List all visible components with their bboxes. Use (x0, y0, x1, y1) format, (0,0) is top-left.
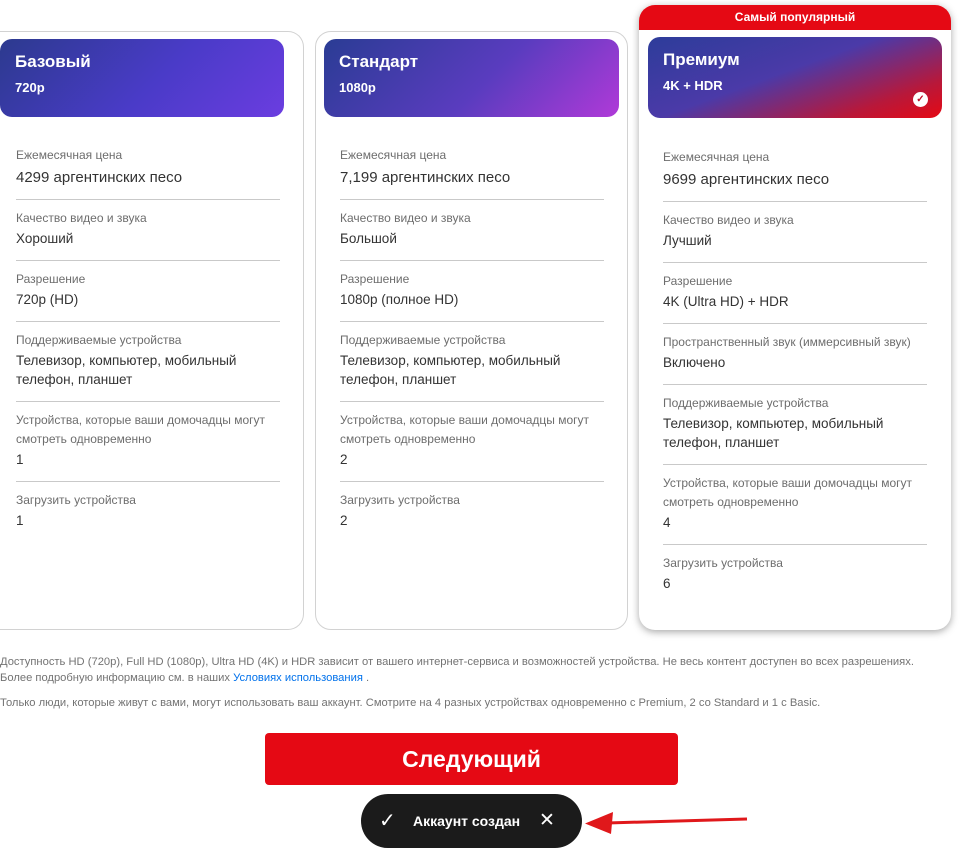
attr-label: Качество видео и звука (16, 211, 147, 225)
plan-header-premium[interactable]: Премиум 4K + HDR ✓ (648, 37, 942, 118)
attr-value: 2 (340, 452, 348, 467)
attr-label: Ежемесячная цена (663, 150, 770, 164)
attr-monthly-price: Ежемесячная цена 7,199 аргентинских песо (340, 146, 604, 200)
attr-devices: Поддерживаемые устройства Телевизор, ком… (340, 322, 604, 402)
attr-value: 2 (340, 513, 348, 528)
plan-resolution-badge: 720p (15, 80, 45, 95)
attr-label: Поддерживаемые устройства (663, 396, 829, 410)
attr-download-devices: Загрузить устройства 1 (16, 482, 280, 542)
attr-spatial-audio: Пространственный звук (иммерсивный звук)… (663, 324, 927, 385)
attr-value: Телевизор, компьютер, мобильный телефон,… (663, 416, 884, 450)
availability-disclaimer: Доступность HD (720p), Full HD (1080p), … (0, 654, 930, 686)
attr-devices: Поддерживаемые устройства Телевизор, ком… (663, 385, 927, 465)
household-disclaimer: Только люди, которые живут с вами, могут… (0, 697, 821, 709)
plan-name: Премиум (663, 50, 740, 69)
attr-simultaneous-streams: Устройства, которые ваши домочадцы могут… (340, 402, 604, 482)
plan-card-basic[interactable]: Базовый 720p Ежемесячная цена 4299 арген… (0, 31, 304, 630)
attr-label: Загрузить устройства (16, 493, 136, 507)
attr-value: 1 (16, 452, 24, 467)
attr-label: Загрузить устройства (663, 556, 783, 570)
terms-of-use-link[interactable]: Условиях использования (233, 672, 363, 684)
arrow-shaft (606, 817, 748, 825)
attr-resolution: Разрешение 4K (Ultra HD) + HDR (663, 263, 927, 324)
attr-resolution: Разрешение 720p (HD) (16, 261, 280, 322)
attr-label: Пространственный звук (иммерсивный звук) (663, 335, 911, 349)
attr-devices: Поддерживаемые устройства Телевизор, ком… (16, 322, 280, 402)
arrow-head (585, 812, 613, 834)
attr-simultaneous-streams: Устройства, которые ваши домочадцы могут… (663, 465, 927, 545)
availability-text: Доступность HD (720p), Full HD (1080p), … (0, 656, 914, 684)
red-arrow-icon (585, 812, 748, 834)
plan-name: Базовый (15, 52, 91, 71)
attr-quality: Качество видео и звука Большой (340, 200, 604, 261)
attr-value: 4299 аргентинских песо (16, 169, 183, 186)
plan-attributes: Ежемесячная цена 7,199 аргентинских песо… (340, 146, 604, 542)
plan-header-basic[interactable]: Базовый 720p (0, 39, 284, 117)
attr-value: 4K (Ultra HD) + HDR (663, 294, 789, 309)
attr-monthly-price: Ежемесячная цена 9699 аргентинских песо (663, 148, 927, 202)
plan-resolution-badge: 1080p (339, 80, 376, 95)
plan-name: Стандарт (339, 52, 419, 71)
attr-value: 4 (663, 515, 671, 530)
attr-resolution: Разрешение 1080p (полное HD) (340, 261, 604, 322)
account-created-toast: ✓ Аккаунт создан ✕ (361, 794, 582, 848)
attr-value: Большой (340, 231, 397, 246)
plan-attributes: Ежемесячная цена 9699 аргентинских песо … (663, 148, 927, 605)
attr-value: Лучший (663, 233, 712, 248)
attr-value: 9699 аргентинских песо (663, 171, 830, 188)
attr-label: Устройства, которые ваши домочадцы могут… (340, 413, 590, 446)
plan-header-standard[interactable]: Стандарт 1080p (324, 39, 619, 117)
close-icon[interactable]: ✕ (539, 809, 555, 832)
plan-card-premium[interactable]: Самый популярный Премиум 4K + HDR ✓ Ежем… (639, 5, 951, 630)
checkmark-icon: ✓ (379, 810, 396, 832)
attr-label: Разрешение (663, 274, 733, 288)
attr-monthly-price: Ежемесячная цена 4299 аргентинских песо (16, 146, 280, 200)
attr-label: Качество видео и звука (340, 211, 471, 225)
attr-value: 720p (HD) (16, 292, 79, 307)
toast-message: Аккаунт создан (413, 813, 521, 829)
attr-download-devices: Загрузить устройства 2 (340, 482, 604, 542)
attr-value: Хороший (16, 231, 74, 246)
attr-label: Качество видео и звука (663, 213, 794, 227)
next-button[interactable]: Следующий (265, 733, 678, 785)
attr-label: Ежемесячная цена (16, 148, 123, 162)
attr-label: Устройства, которые ваши домочадцы могут… (16, 413, 266, 446)
attr-simultaneous-streams: Устройства, которые ваши домочадцы могут… (16, 402, 280, 482)
attr-value: 7,199 аргентинских песо (340, 169, 511, 186)
attr-label: Устройства, которые ваши домочадцы могут… (663, 476, 913, 509)
attr-quality: Качество видео и звука Лучший (663, 202, 927, 263)
attr-download-devices: Загрузить устройства 6 (663, 545, 927, 605)
plan-resolution-badge: 4K + HDR (663, 78, 723, 93)
attr-label: Поддерживаемые устройства (16, 333, 182, 347)
attr-value: 6 (663, 576, 671, 591)
attr-value: Включено (663, 355, 726, 370)
attr-label: Разрешение (340, 272, 410, 286)
attr-quality: Качество видео и звука Хороший (16, 200, 280, 261)
attr-value: Телевизор, компьютер, мобильный телефон,… (340, 353, 561, 387)
plan-card-standard[interactable]: Стандарт 1080p Ежемесячная цена 7,199 ар… (315, 31, 628, 630)
attr-value: 1080p (полное HD) (340, 292, 459, 307)
attr-label: Ежемесячная цена (340, 148, 447, 162)
plan-attributes: Ежемесячная цена 4299 аргентинских песо … (16, 146, 280, 542)
attr-value: Телевизор, компьютер, мобильный телефон,… (16, 353, 237, 387)
attr-label: Разрешение (16, 272, 86, 286)
checkmark-circle-icon: ✓ (913, 92, 928, 107)
availability-end: . (365, 672, 370, 684)
attr-value: 1 (16, 513, 24, 528)
most-popular-banner: Самый популярный (639, 5, 951, 30)
attr-label: Загрузить устройства (340, 493, 460, 507)
attr-label: Поддерживаемые устройства (340, 333, 506, 347)
